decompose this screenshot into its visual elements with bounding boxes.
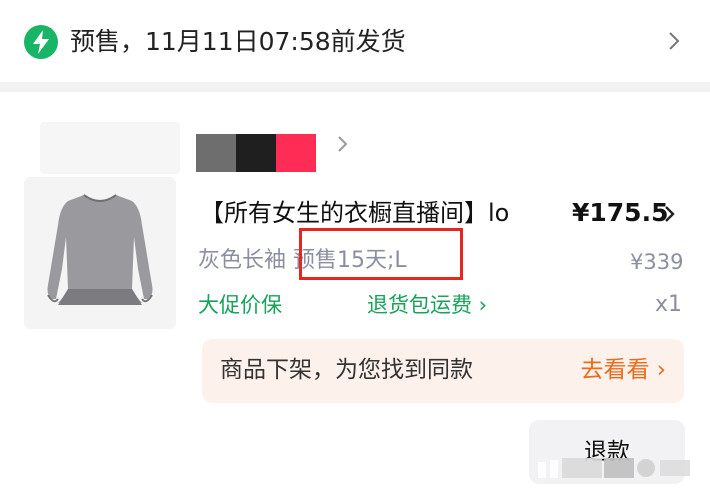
return-shipping-link[interactable]: 退货包运费 › bbox=[367, 289, 487, 321]
lightning-icon bbox=[24, 25, 58, 59]
highlight-box-annotation bbox=[299, 228, 463, 280]
watermark-logo bbox=[538, 458, 690, 478]
chevron-right-icon[interactable] bbox=[336, 135, 350, 153]
product-title[interactable]: 【所有女生的衣橱直播间】lo bbox=[200, 196, 509, 230]
blurred-area bbox=[40, 122, 180, 174]
chevron-right-icon[interactable] bbox=[664, 205, 676, 223]
presale-banner[interactable]: 预售，11月11日07:58前发货 bbox=[0, 0, 710, 82]
view-similar-link[interactable]: 去看看 › bbox=[580, 353, 666, 387]
order-item-card: 【所有女生的衣橱直播间】lo ¥175.5 灰色长袖 预售15天;L ¥339 … bbox=[0, 92, 710, 500]
product-price: ¥175.5 bbox=[572, 198, 669, 227]
shop-name-redacted[interactable] bbox=[196, 134, 320, 172]
quantity: x1 bbox=[655, 292, 683, 317]
presale-shipping-text: 预售，11月11日07:58前发货 bbox=[70, 27, 406, 56]
product-image[interactable] bbox=[24, 177, 176, 329]
chevron-right-icon[interactable] bbox=[664, 30, 684, 52]
price-protection-tag: 大促价保 bbox=[198, 293, 282, 317]
original-price: ¥339 bbox=[630, 250, 684, 274]
notice-text: 商品下架，为您找到同款 bbox=[220, 357, 473, 383]
delisted-notice[interactable]: 商品下架，为您找到同款 去看看 › bbox=[202, 339, 684, 403]
